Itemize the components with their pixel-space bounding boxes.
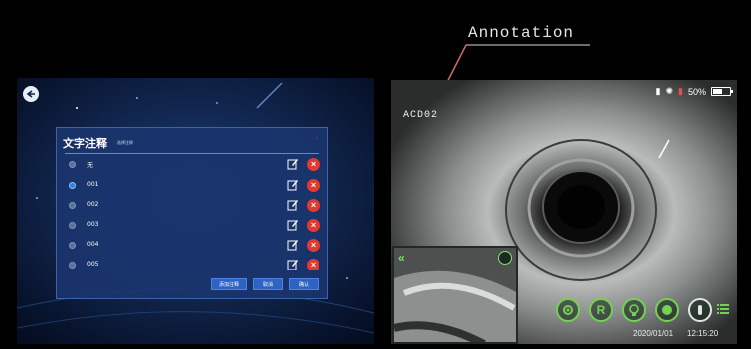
back-arrow-icon [26, 90, 35, 98]
camera-view-screen: ACD02 ▮ ✺ ▮ 50% « R 2020/01/01 12:15:20 [391, 80, 737, 344]
annotation-dialog-screen: 文字注释 选择注释 无 × 001 × 002 × 003 × 004 × 00… [17, 78, 374, 344]
joystick-button[interactable] [688, 298, 712, 322]
confirm-button[interactable]: 确认 [289, 278, 319, 290]
annotation-option-004[interactable]: 004 × [67, 238, 320, 254]
text-annotation-dialog: 文字注释 选择注释 无 × 001 × 002 × 003 × 004 × 00… [56, 127, 328, 299]
delete-button[interactable]: × [307, 219, 320, 232]
delete-button[interactable]: × [307, 179, 320, 192]
radio-button[interactable] [69, 222, 76, 229]
annotation-option-001[interactable]: 001 × [67, 178, 320, 194]
timestamp: 2020/01/01 12:15:20 [633, 329, 718, 338]
radio-button[interactable] [69, 202, 76, 209]
annotation-option-005[interactable]: 005 × [67, 258, 319, 270]
edit-icon[interactable] [287, 199, 299, 211]
back-button[interactable] [23, 86, 39, 102]
edit-icon[interactable] [287, 259, 299, 270]
settings-icon [563, 305, 573, 315]
delete-button[interactable]: × [307, 259, 319, 270]
option-label: 005 [87, 261, 99, 268]
joystick-icon [698, 305, 702, 315]
annotation-option-003[interactable]: 003 × [67, 218, 320, 234]
radio-button[interactable] [69, 242, 76, 249]
light-button[interactable] [622, 298, 646, 322]
lightbulb-icon [629, 304, 639, 316]
dialog-subtitle: 选择注释 [117, 140, 133, 145]
snapshot-icon [662, 305, 672, 315]
dialog-divider [65, 153, 319, 154]
snapshot-button[interactable] [655, 298, 679, 322]
option-label: 001 [87, 181, 99, 188]
storage-icon: ▮ [678, 86, 683, 96]
record-icon: R [596, 303, 606, 317]
menu-icon[interactable] [717, 302, 729, 314]
edit-icon[interactable] [287, 239, 299, 251]
radio-button[interactable] [69, 161, 76, 168]
settings-button[interactable] [556, 298, 580, 322]
option-label: 002 [87, 201, 99, 208]
radio-button-selected[interactable] [69, 182, 76, 189]
option-label: 003 [87, 221, 99, 228]
dialog-title: 文字注释 [63, 137, 107, 150]
add-annotation-button[interactable]: 添加注释 [211, 278, 247, 290]
battery-icon [711, 87, 733, 96]
edit-icon[interactable] [287, 219, 299, 231]
probe-icon: ▮ [655, 86, 661, 96]
delete-button[interactable]: × [307, 239, 320, 252]
annotation-option-none[interactable]: 无 × [67, 157, 320, 173]
delete-button[interactable]: × [307, 158, 320, 171]
cancel-button[interactable]: 取消 [253, 278, 283, 290]
picture-in-picture-view[interactable]: « [392, 246, 518, 344]
battery-percent: 50% [687, 86, 706, 97]
option-label: 无 [87, 162, 94, 169]
light-icon: ✺ [665, 86, 674, 96]
record-button[interactable]: R [589, 298, 613, 322]
edit-icon[interactable] [287, 158, 299, 170]
status-bar: ▮ ✺ ▮ 50% [655, 86, 733, 97]
expand-icon[interactable] [498, 251, 512, 265]
edit-icon[interactable] [287, 179, 299, 191]
radio-button[interactable] [69, 262, 76, 269]
option-label: 004 [87, 241, 99, 248]
date-text: 2020/01/01 [633, 329, 674, 338]
camera-label: ACD02 [403, 110, 439, 121]
delete-button[interactable]: × [307, 199, 320, 212]
time-text: 12:15:20 [687, 329, 719, 338]
annotation-option-002[interactable]: 002 × [67, 198, 320, 214]
collapse-arrows-icon[interactable]: « [398, 251, 405, 265]
